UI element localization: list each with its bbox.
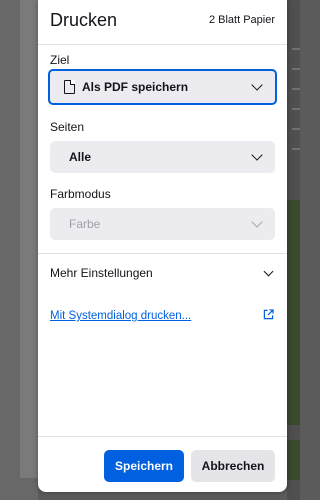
print-dialog: Drucken 2 Blatt Papier Ziel Als PDF spei… [38,0,287,492]
pages-select[interactable]: Alle [50,141,275,173]
color-mode-value: Farbe [69,217,101,231]
save-button[interactable]: Speichern [104,450,184,482]
chevron-down-icon [251,149,263,161]
color-mode-select: Farbe [50,208,275,240]
destination-select[interactable]: Als PDF speichern [48,69,277,105]
backdrop-strip [20,0,38,478]
backdrop-image-lower [287,440,300,480]
chevron-down-icon [263,266,274,277]
sheet-count: 2 Blatt Papier [208,14,275,26]
destination-label: Ziel [50,53,70,67]
footer-divider [38,436,287,437]
chevron-down-icon [251,79,263,91]
destination-value: Als PDF speichern [82,80,189,94]
more-settings-toggle[interactable]: Mehr Einstellungen [50,266,275,284]
cancel-button[interactable]: Abbrechen [191,450,275,482]
dialog-title: Drucken [50,10,118,30]
chevron-down-icon [251,216,263,228]
pages-value: Alle [69,150,92,164]
backdrop-lines [292,30,300,150]
system-dialog-link[interactable]: Mit Systemdialog drucken... [50,310,191,322]
pages-label: Seiten [50,120,85,134]
external-link-icon[interactable] [263,309,274,320]
header-divider [38,44,287,45]
settings-divider [38,253,287,254]
document-icon [64,79,76,94]
backdrop-image [287,200,300,425]
more-settings-label: Mehr Einstellungen [50,266,153,280]
color-mode-label: Farbmodus [50,187,111,201]
